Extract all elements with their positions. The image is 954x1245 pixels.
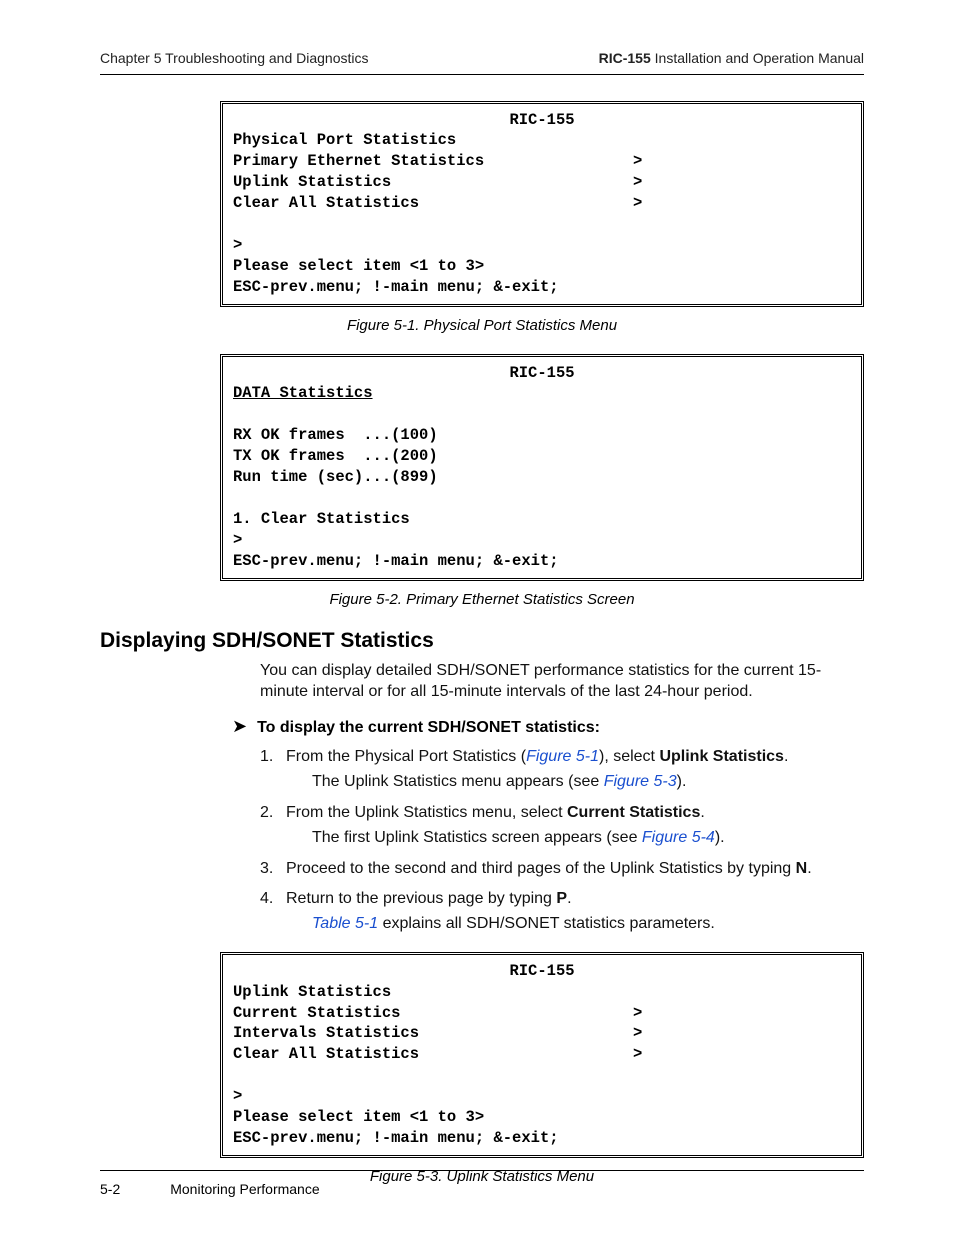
term1-l4a: Clear All Statistics [233, 194, 419, 212]
term1-l3a: Uplink Statistics [233, 173, 391, 191]
terminal-screen-data-statistics: RIC-155DATA Statistics RX OK frames ...(… [220, 354, 864, 581]
step-4-text-b: . [567, 890, 571, 907]
footer-rule [100, 1170, 864, 1171]
term3-l2a: Current Statistics [233, 1004, 400, 1022]
link-figure-5-3[interactable]: Figure 5-3 [604, 773, 677, 790]
term2-r4: 1. Clear Statistics [233, 510, 410, 528]
term1-l4b: > [633, 194, 642, 212]
term3-l2b: > [633, 1004, 642, 1022]
link-figure-5-4[interactable]: Figure 5-4 [642, 829, 715, 846]
header-left: Chapter 5 Troubleshooting and Diagnostic… [100, 50, 369, 68]
step-4-text-a: Return to the previous page by typing [286, 890, 556, 907]
term3-title: RIC-155 [233, 961, 851, 982]
link-figure-5-1[interactable]: Figure 5-1 [526, 748, 599, 765]
step-2: 2. From the Uplink Statistics menu, sele… [260, 802, 864, 850]
term3-l4a: Clear All Statistics [233, 1045, 419, 1063]
header-right-bold: RIC-155 [599, 50, 651, 66]
term2-header: DATA Statistics [233, 384, 373, 402]
term1-l2b: > [633, 152, 642, 170]
term1-title: RIC-155 [233, 110, 851, 131]
step-1-text-a: From the Physical Port Statistics ( [286, 748, 526, 765]
step-1-sub: The Uplink Statistics menu appears (see … [312, 771, 864, 793]
step-4: 4. Return to the previous page by typing… [260, 888, 864, 936]
term3-l3a: Intervals Statistics [233, 1024, 419, 1042]
term3-l1: Uplink Statistics [233, 983, 391, 1001]
term3-l5: > [233, 1087, 242, 1105]
term1-l3b: > [633, 173, 642, 191]
step-2-sub-b: ). [715, 829, 725, 846]
terminal-screen-physical-port: RIC-155Physical Port Statistics Primary … [220, 101, 864, 307]
term1-l1: Physical Port Statistics [233, 131, 456, 149]
page-footer: 5-2 Monitoring Performance [100, 1170, 864, 1199]
procedure-steps: 1. From the Physical Port Statistics (Fi… [260, 746, 864, 936]
step-1-bold: Uplink Statistics [659, 748, 783, 765]
step-number: 2. [260, 802, 273, 824]
step-4-bold: P [556, 890, 567, 907]
figure-caption-5-1: Figure 5-1. Physical Port Statistics Men… [100, 317, 864, 336]
procedure-lead-text: To display the current SDH/SONET statist… [257, 718, 600, 738]
step-2-sub-a: The first Uplink Statistics screen appea… [312, 829, 642, 846]
step-number: 3. [260, 858, 273, 880]
step-number: 4. [260, 888, 273, 910]
step-2-text-a: From the Uplink Statistics menu, select [286, 804, 567, 821]
page-number: 5-2 [100, 1181, 120, 1199]
step-number: 1. [260, 746, 273, 768]
procedure-lead: ➤ To display the current SDH/SONET stati… [232, 717, 864, 738]
header-right-rest: Installation and Operation Manual [651, 50, 864, 66]
running-header: Chapter 5 Troubleshooting and Diagnostic… [100, 50, 864, 68]
step-2-sub: The first Uplink Statistics screen appea… [312, 827, 864, 849]
step-3: 3. Proceed to the second and third pages… [260, 858, 864, 880]
intro-paragraph: You can display detailed SDH/SONET perfo… [260, 660, 864, 703]
step-1-sub-a: The Uplink Statistics menu appears (see [312, 773, 604, 790]
header-rule [100, 74, 864, 75]
term1-l2a: Primary Ethernet Statistics [233, 152, 484, 170]
link-table-5-1[interactable]: Table 5-1 [312, 915, 378, 932]
step-2-bold: Current Statistics [567, 804, 700, 821]
term1-l5: > [233, 236, 242, 254]
term3-l7: ESC-prev.menu; !-main menu; &-exit; [233, 1129, 559, 1147]
terminal-screen-uplink: RIC-155Uplink Statistics Current Statist… [220, 952, 864, 1158]
step-4-sub: Table 5-1 explains all SDH/SONET statist… [312, 913, 864, 935]
section-heading: Displaying SDH/SONET Statistics [100, 628, 864, 654]
step-3-text-a: Proceed to the second and third pages of… [286, 860, 796, 877]
term3-l4b: > [633, 1045, 642, 1063]
page: Chapter 5 Troubleshooting and Diagnostic… [0, 0, 954, 1245]
arrow-icon: ➤ [232, 717, 247, 735]
step-1-text-c: . [784, 748, 788, 765]
step-3-text-b: . [807, 860, 811, 877]
term3-l6: Please select item <1 to 3> [233, 1108, 484, 1126]
term2-r6: ESC-prev.menu; !-main menu; &-exit; [233, 552, 559, 570]
term2-r5: > [233, 531, 242, 549]
term1-l6: Please select item <1 to 3> [233, 257, 484, 275]
term2-title: RIC-155 [233, 363, 851, 384]
term2-r2: TX OK frames ...(200) [233, 447, 438, 465]
step-1-sub-b: ). [677, 773, 687, 790]
footer-section: Monitoring Performance [170, 1181, 319, 1199]
step-3-bold: N [796, 860, 808, 877]
step-2-text-b: . [700, 804, 704, 821]
figure-caption-5-2: Figure 5-2. Primary Ethernet Statistics … [100, 591, 864, 610]
term2-r3: Run time (sec)...(899) [233, 468, 438, 486]
step-1-text-b: ), select [599, 748, 659, 765]
term2-r1: RX OK frames ...(100) [233, 426, 438, 444]
step-1: 1. From the Physical Port Statistics (Fi… [260, 746, 864, 794]
header-right: RIC-155 Installation and Operation Manua… [599, 50, 864, 68]
term1-l7: ESC-prev.menu; !-main menu; &-exit; [233, 278, 559, 296]
step-4-sub-rest: explains all SDH/SONET statistics parame… [378, 915, 715, 932]
term3-l3b: > [633, 1024, 642, 1042]
